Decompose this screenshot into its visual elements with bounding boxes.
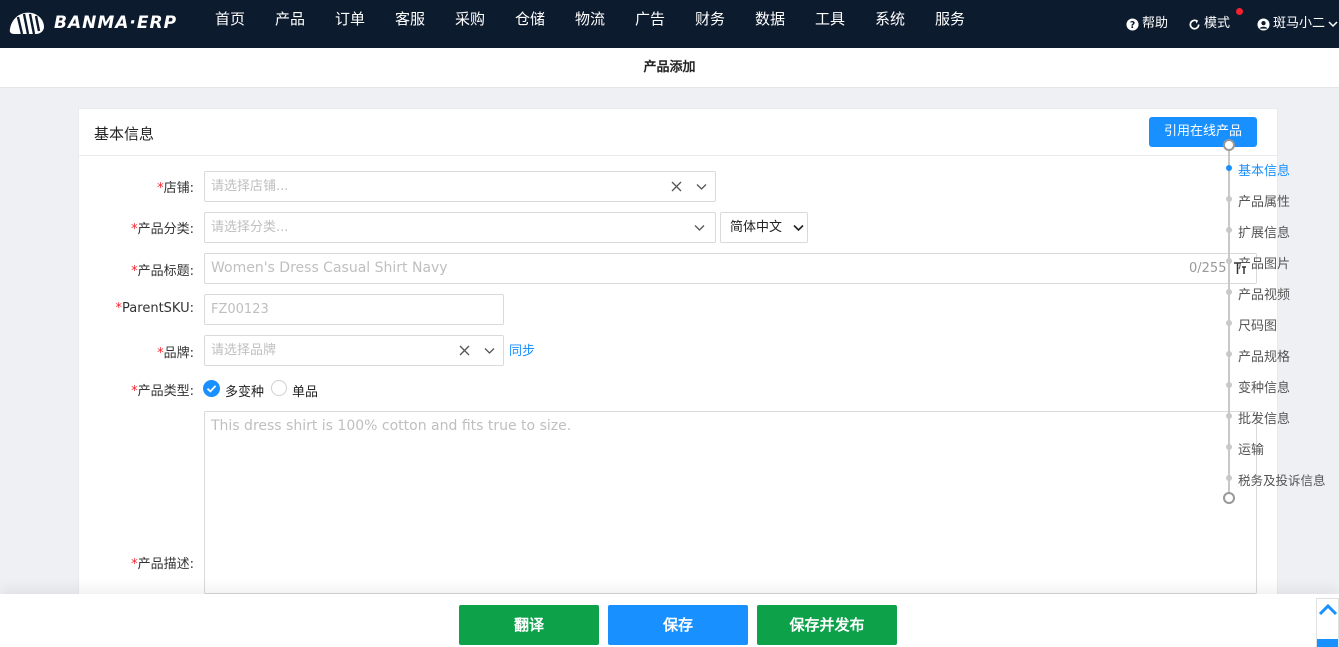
store-label: *店铺: bbox=[157, 181, 194, 196]
chevron-down-icon[interactable] bbox=[482, 336, 496, 365]
card-header: 基本信息 引用在线产品 bbox=[79, 109, 1277, 156]
nav-home[interactable]: 首页 bbox=[215, 0, 245, 48]
category-select[interactable]: 请选择分类... bbox=[204, 212, 716, 243]
nav-tools[interactable]: 工具 bbox=[815, 0, 845, 48]
mode-switch[interactable]: 模式 bbox=[1188, 0, 1230, 48]
action-bar: 翻译 保存 保存并发布 bbox=[0, 594, 1339, 647]
nav-finance[interactable]: 财务 bbox=[695, 0, 725, 48]
nav-services[interactable]: 服务 bbox=[935, 0, 965, 48]
check-icon bbox=[206, 385, 217, 393]
anchor-size-chart[interactable]: 尺码图 bbox=[1238, 315, 1277, 334]
anchor-dot bbox=[1226, 351, 1232, 357]
title-label: *产品标题: bbox=[131, 264, 194, 279]
anchor-extended-info[interactable]: 扩展信息 bbox=[1238, 222, 1290, 241]
radio-single[interactable] bbox=[271, 380, 287, 396]
zebra-logo-icon bbox=[9, 12, 45, 35]
chevron-down-icon[interactable] bbox=[692, 213, 706, 242]
anchor-dot bbox=[1226, 444, 1232, 450]
radio-single-label[interactable]: 单品 bbox=[292, 381, 318, 400]
chevron-down-icon[interactable] bbox=[694, 172, 708, 201]
user-name: 斑马小二 bbox=[1273, 16, 1326, 31]
anchor-start-ring bbox=[1223, 139, 1235, 151]
clear-icon[interactable] bbox=[669, 172, 683, 201]
anchor-product-images[interactable]: 产品图片 bbox=[1238, 253, 1290, 272]
anchor-shipping[interactable]: 运输 bbox=[1238, 439, 1264, 458]
title-char-counter: 0/255 bbox=[1189, 261, 1227, 276]
nav-order[interactable]: 订单 bbox=[335, 0, 365, 48]
chevron-up-icon bbox=[1318, 603, 1338, 616]
user-icon bbox=[1257, 17, 1270, 31]
parent-sku-label: *ParentSKU: bbox=[115, 301, 194, 316]
anchor-basic-info[interactable]: 基本信息 bbox=[1238, 160, 1290, 179]
type-label: *产品类型: bbox=[131, 384, 194, 399]
language-select[interactable]: 简体中文 bbox=[720, 212, 808, 243]
anchor-dot bbox=[1226, 196, 1232, 202]
brand-sync-link[interactable]: 同步 bbox=[509, 340, 535, 359]
nav-warehouse[interactable]: 仓储 bbox=[515, 0, 545, 48]
anchor-variant-info[interactable]: 变种信息 bbox=[1238, 377, 1290, 396]
anchor-dot bbox=[1226, 382, 1232, 388]
anchor-dot bbox=[1226, 227, 1232, 233]
user-menu[interactable]: 斑马小二 bbox=[1257, 0, 1338, 48]
anchor-dot bbox=[1226, 165, 1232, 171]
logo[interactable]: BANMA·ERP bbox=[6, 6, 177, 40]
description-textarea[interactable]: This dress shirt is 100% cotton and fits… bbox=[204, 411, 1257, 594]
anchor-product-specs[interactable]: 产品规格 bbox=[1238, 346, 1290, 365]
anchor-tax-complaint[interactable]: 税务及投诉信息 bbox=[1238, 470, 1326, 489]
anchor-dot bbox=[1226, 413, 1232, 419]
store-select[interactable]: 请选择店铺... bbox=[204, 171, 716, 202]
nav-purchase[interactable]: 采购 bbox=[455, 0, 485, 48]
description-label: *产品描述: bbox=[131, 557, 194, 572]
category-label: *产品分类: bbox=[131, 222, 194, 237]
brand-label: *品牌: bbox=[157, 346, 194, 361]
parent-sku-input[interactable]: FZ00123 bbox=[204, 294, 504, 325]
radio-multi-variant-label[interactable]: 多变种 bbox=[225, 381, 264, 400]
top-nav: BANMA·ERP 首页 产品 订单 客服 采购 仓储 物流 广告 财务 数据 … bbox=[0, 0, 1339, 48]
chevron-down-icon bbox=[1328, 21, 1338, 28]
svg-text:?: ? bbox=[1130, 20, 1135, 31]
nav-product[interactable]: 产品 bbox=[275, 0, 305, 48]
notification-dot bbox=[1236, 8, 1243, 15]
anchor-dot bbox=[1226, 475, 1232, 481]
reference-online-product-button[interactable]: 引用在线产品 bbox=[1149, 117, 1257, 147]
anchor-product-attributes[interactable]: 产品属性 bbox=[1238, 191, 1290, 210]
radio-multi-variant[interactable] bbox=[203, 380, 220, 397]
back-to-top-bar bbox=[1317, 639, 1338, 647]
brand-select[interactable]: 请选择品牌 bbox=[204, 335, 504, 366]
save-button[interactable]: 保存 bbox=[608, 605, 748, 645]
anchor-end-ring bbox=[1223, 492, 1235, 504]
clear-icon[interactable] bbox=[457, 336, 471, 365]
nav-logistics[interactable]: 物流 bbox=[575, 0, 605, 48]
section-title: 基本信息 bbox=[94, 125, 155, 143]
page-title: 产品添加 bbox=[0, 48, 1339, 88]
save-publish-button[interactable]: 保存并发布 bbox=[757, 605, 897, 645]
back-to-top-button[interactable] bbox=[1316, 598, 1339, 647]
mode-label: 模式 bbox=[1204, 16, 1231, 31]
help-link[interactable]: ? 帮助 bbox=[1126, 0, 1168, 48]
title-input[interactable]: Women's Dress Casual Shirt Navy bbox=[204, 253, 1257, 284]
anchor-dot bbox=[1226, 289, 1232, 295]
nav-system[interactable]: 系统 bbox=[875, 0, 905, 48]
anchor-dot bbox=[1226, 320, 1232, 326]
anchor-product-video[interactable]: 产品视频 bbox=[1238, 284, 1290, 303]
nav-ads[interactable]: 广告 bbox=[635, 0, 665, 48]
help-label: 帮助 bbox=[1142, 16, 1169, 31]
chevron-down-icon bbox=[791, 213, 805, 242]
translate-button[interactable]: 翻译 bbox=[459, 605, 599, 645]
logo-text: BANMA·ERP bbox=[54, 13, 178, 33]
question-circle-icon: ? bbox=[1126, 17, 1139, 31]
anchor-dot bbox=[1226, 258, 1232, 264]
anchor-wholesale-info[interactable]: 批发信息 bbox=[1238, 408, 1290, 427]
refresh-icon bbox=[1189, 18, 1200, 30]
nav-service[interactable]: 客服 bbox=[395, 0, 425, 48]
nav-data[interactable]: 数据 bbox=[755, 0, 785, 48]
